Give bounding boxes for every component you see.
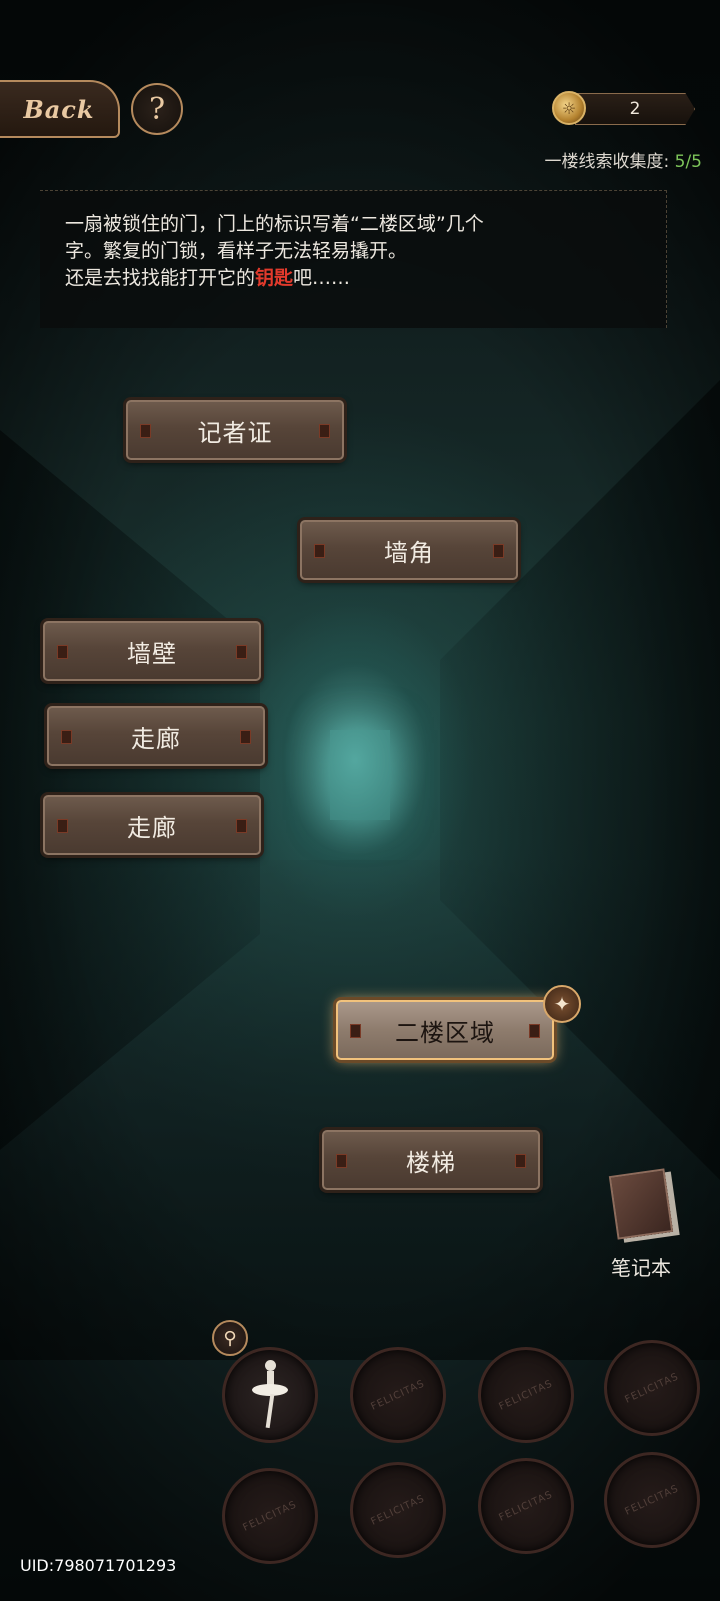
clue-label: 走廊 xyxy=(127,813,177,842)
clue-button-stairs[interactable]: 楼梯 xyxy=(322,1130,540,1190)
slot-watermark: FELICITAS xyxy=(623,1370,681,1406)
inventory-slot-8[interactable]: FELICITAS xyxy=(604,1452,700,1548)
clue-button-second-floor[interactable]: 二楼区域 xyxy=(336,1000,554,1060)
question-mark-icon: ? xyxy=(148,91,166,127)
clue-label: 走廊 xyxy=(131,724,181,753)
progress-label: 一楼线索收集度: xyxy=(544,152,675,172)
slot-watermark: FELICITAS xyxy=(497,1377,555,1413)
inventory-slot-3[interactable]: FELICITAS xyxy=(478,1347,574,1443)
help-button[interactable]: ? xyxy=(131,83,183,135)
inventory-slot-4[interactable]: FELICITAS xyxy=(604,1340,700,1436)
key-highlight: 钥匙 xyxy=(255,267,294,289)
description-box: 一扇被锁住的门，门上的标识写着“二楼区域”几个 字。繁复的门锁，看样子无法轻易撬… xyxy=(40,190,667,328)
notebook-label: 笔记本 xyxy=(611,1256,671,1280)
user-id: UID:798071701293 xyxy=(20,1556,177,1575)
description-line: 字。繁复的门锁，看样子无法轻易撬开。 xyxy=(65,240,408,262)
slot-watermark: FELICITAS xyxy=(369,1492,427,1528)
coin-count: 2 xyxy=(629,99,641,119)
back-button[interactable]: Back xyxy=(0,80,120,138)
inventory-slot-7[interactable]: FELICITAS xyxy=(478,1458,574,1554)
coin-counter: 2 xyxy=(575,93,695,125)
back-button-label: Back xyxy=(23,94,95,124)
inventory-slot-1[interactable] xyxy=(222,1347,318,1443)
clue-button-press-card[interactable]: 记者证 xyxy=(126,400,344,460)
clue-label: 墙壁 xyxy=(127,639,177,668)
clue-button-corridor-2[interactable]: 走廊 xyxy=(43,795,261,855)
clue-progress: 一楼线索收集度: 5/5 xyxy=(545,147,703,172)
slot-watermark: FELICITAS xyxy=(241,1498,299,1534)
ballerina-figurine-icon xyxy=(250,1360,290,1430)
coin-icon: ☼ xyxy=(552,91,586,125)
progress-value: 5/5 xyxy=(674,152,702,172)
clue-label: 墙角 xyxy=(384,538,434,567)
clue-button-wall[interactable]: 墙壁 xyxy=(43,621,261,681)
clue-button-wall-corner[interactable]: 墙角 xyxy=(300,520,518,580)
slot-watermark: FELICITAS xyxy=(369,1377,427,1413)
description-text: 一扇被锁住的门，门上的标识写着“二楼区域”几个 字。繁复的门锁，看样子无法轻易撬… xyxy=(65,211,645,292)
magnifier-icon[interactable]: ⚲ xyxy=(212,1320,248,1356)
slot-watermark: FELICITAS xyxy=(497,1488,555,1524)
clue-label: 记者证 xyxy=(197,418,273,447)
inventory-slot-6[interactable]: FELICITAS xyxy=(350,1462,446,1558)
inventory-slot-5[interactable]: FELICITAS xyxy=(222,1468,318,1564)
clue-button-corridor-1[interactable]: 走廊 xyxy=(47,706,265,766)
notebook-button[interactable]: 笔记本 xyxy=(608,1168,674,1282)
inventory-slot-2[interactable]: FELICITAS xyxy=(350,1347,446,1443)
description-text-part: 吧…… xyxy=(293,267,351,289)
description-text-part: 还是去找找能打开它的 xyxy=(65,267,256,289)
distant-doorway xyxy=(330,730,390,820)
clue-label: 楼梯 xyxy=(406,1148,456,1177)
clue-label: 二楼区域 xyxy=(395,1018,495,1047)
flashlight-icon: ✦ xyxy=(543,985,581,1023)
description-line: 还是去找找能打开它的钥匙吧…… xyxy=(65,265,645,292)
notebook-icon xyxy=(608,1168,674,1240)
description-line: 一扇被锁住的门，门上的标识写着“二楼区域”几个 xyxy=(65,213,484,235)
slot-watermark: FELICITAS xyxy=(623,1482,681,1518)
